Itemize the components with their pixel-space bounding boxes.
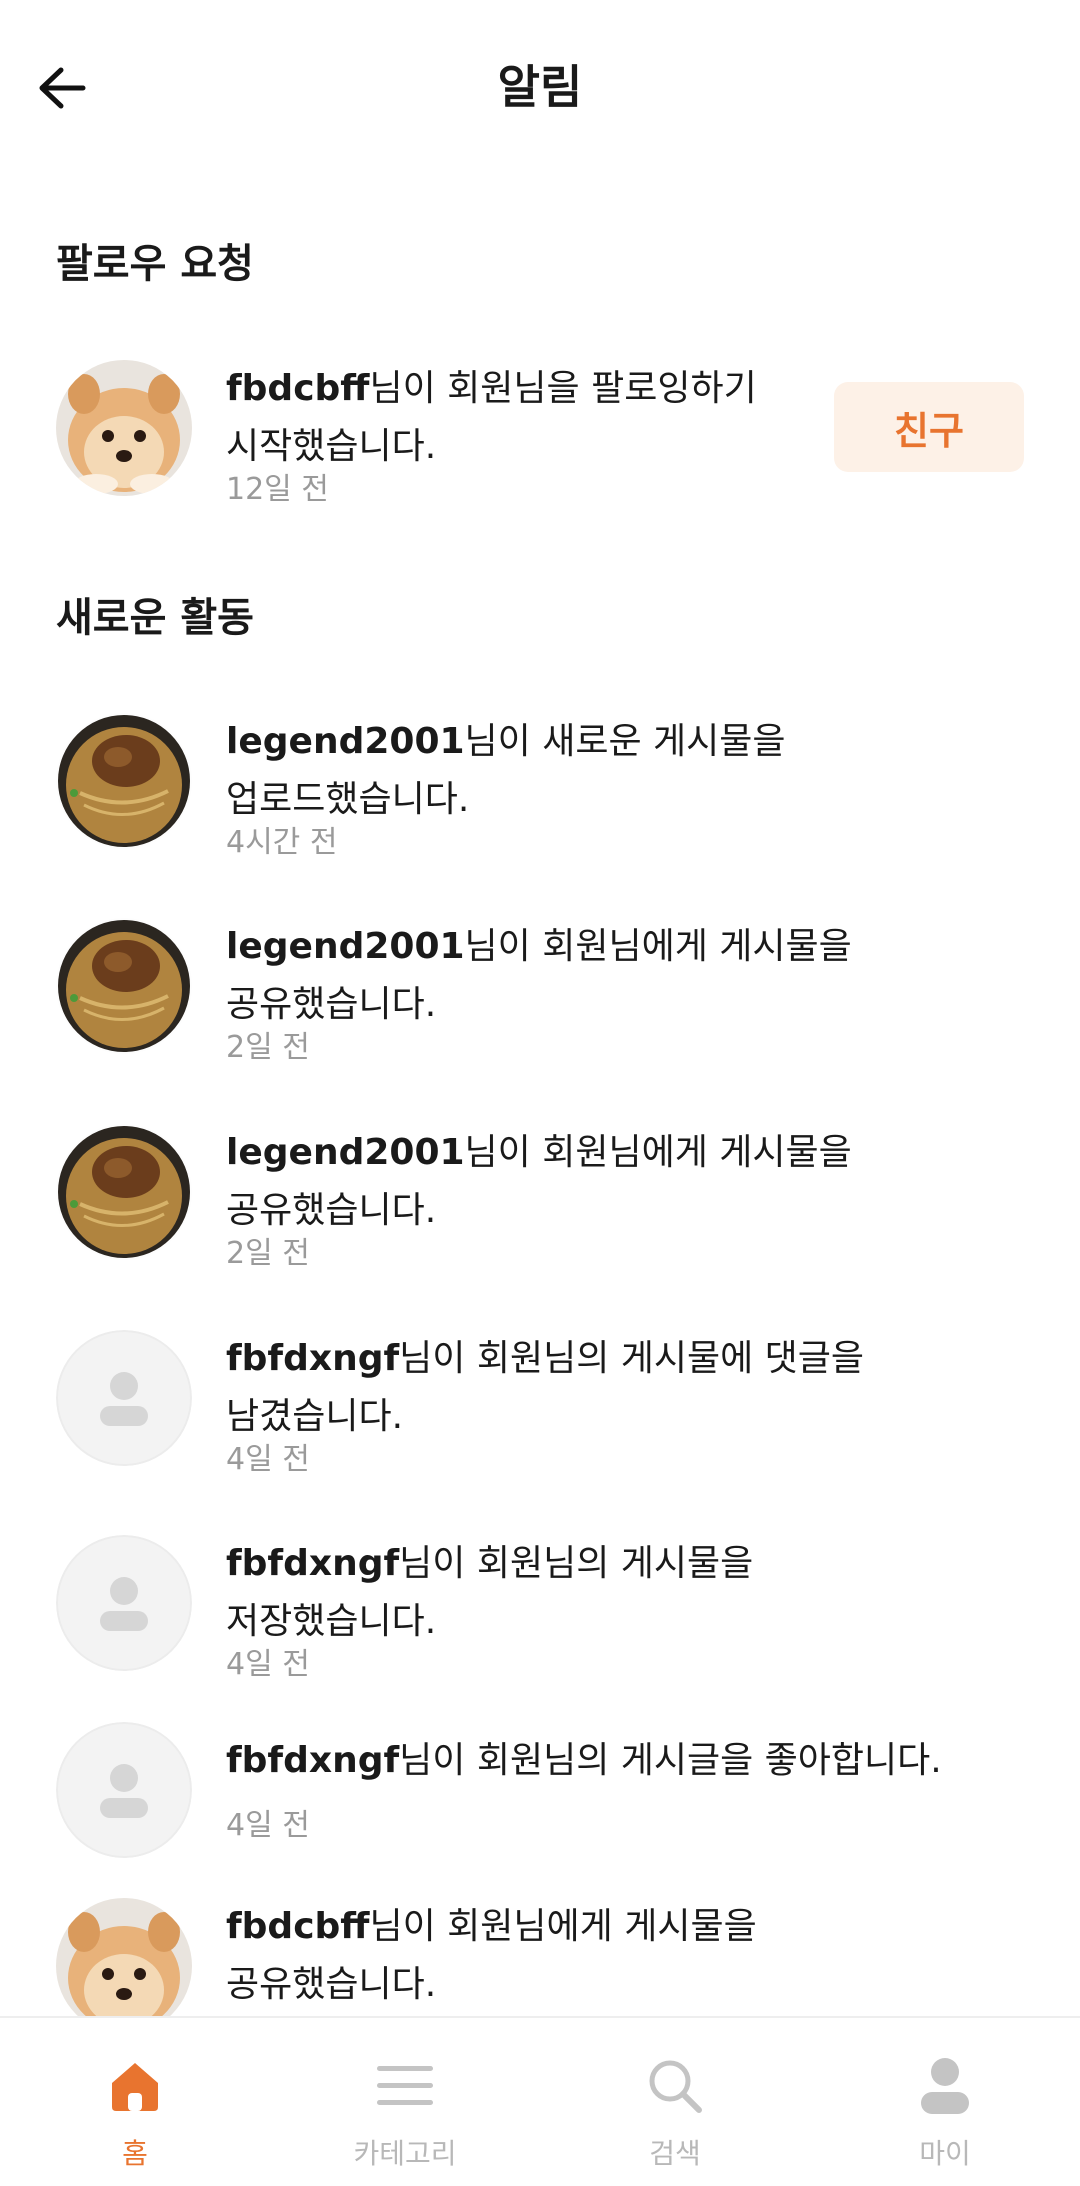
username[interactable]: fbdcbff bbox=[226, 368, 369, 409]
header: 알림 bbox=[0, 0, 1080, 176]
message: 님이 회원님에게 게시물을 bbox=[369, 1906, 757, 1947]
timestamp: 4시간 전 bbox=[226, 825, 338, 860]
search-icon bbox=[643, 2054, 707, 2118]
username[interactable]: fbdcbff bbox=[226, 1906, 369, 1947]
message-line2: 업로드했습니다. bbox=[226, 779, 470, 820]
notifications-screen: 알림 팔로우 요청 fbdcbff님이 회원님을 팔로잉하기 시작했습니다. 1… bbox=[0, 0, 1080, 2186]
notification-item[interactable]: legend2001님이 새로운 게시물을 업로드했습니다. 4시간 전 bbox=[0, 713, 1080, 893]
notification-text: fbfdxngf님이 회원님의 게시물에 댓글을 남겼습니다. bbox=[226, 1330, 864, 1446]
notification-item[interactable]: fbdcbff님이 회원님에게 게시물을 공유했습니다. bbox=[0, 1898, 1080, 2016]
avatar[interactable] bbox=[56, 1535, 192, 1671]
user-icon bbox=[913, 2054, 977, 2118]
notification-item[interactable]: legend2001님이 회원님에게 게시물을 공유했습니다. 2일 전 bbox=[0, 1124, 1080, 1304]
message-line2: 저장했습니다. bbox=[226, 1601, 437, 1642]
food-avatar-icon bbox=[56, 918, 192, 1054]
notification-text: legend2001님이 회원님에게 게시물을 공유했습니다. bbox=[226, 1124, 852, 1240]
message: 님이 새로운 게시물을 bbox=[464, 721, 786, 762]
page-title: 알림 bbox=[497, 60, 583, 114]
avatar[interactable] bbox=[56, 1124, 192, 1260]
notification-text: fbdcbff님이 회원님에게 게시물을 공유했습니다. bbox=[226, 1898, 757, 2014]
message: 님이 회원님을 팔로잉하기 bbox=[369, 368, 757, 409]
avatar[interactable] bbox=[56, 360, 192, 496]
message: 님이 회원님의 게시물을 bbox=[399, 1543, 754, 1584]
default-avatar-icon bbox=[56, 1330, 192, 1466]
menu-icon bbox=[373, 2054, 437, 2118]
notification-text: legend2001님이 새로운 게시물을 업로드했습니다. bbox=[226, 713, 786, 829]
home-icon bbox=[103, 2054, 167, 2118]
username[interactable]: legend2001 bbox=[226, 721, 465, 762]
notification-text: fbfdxngf님이 회원님의 게시글을 좋아합니다. bbox=[226, 1732, 942, 1790]
timestamp: 2일 전 bbox=[226, 1236, 310, 1271]
notification-item[interactable]: fbfdxngf님이 회원님의 게시글을 좋아합니다. 4일 전 bbox=[0, 1722, 1080, 1872]
timestamp: 2일 전 bbox=[226, 1030, 310, 1065]
message: 님이 회원님에게 게시물을 bbox=[464, 926, 852, 967]
timestamp: 4일 전 bbox=[226, 1647, 310, 1682]
notification-item[interactable]: fbfdxngf님이 회원님의 게시물에 댓글을 남겼습니다. 4일 전 bbox=[0, 1330, 1080, 1510]
friend-button[interactable]: 친구 bbox=[834, 382, 1024, 472]
nav-label: 마이 bbox=[919, 2137, 971, 2170]
message-line2: 남겼습니다. bbox=[226, 1396, 404, 1437]
message-line2: 시작했습니다. bbox=[226, 426, 437, 467]
dog-avatar-icon bbox=[56, 1898, 192, 2016]
nav-my[interactable]: 마이 bbox=[810, 2018, 1080, 2186]
follow-requests-title: 팔로우 요청 bbox=[56, 241, 254, 287]
username[interactable]: fbfdxngf bbox=[226, 1338, 399, 1379]
username[interactable]: fbfdxngf bbox=[226, 1543, 399, 1584]
timestamp: 12일 전 bbox=[226, 472, 329, 507]
food-avatar-icon bbox=[56, 713, 192, 849]
nav-label: 카테고리 bbox=[353, 2137, 457, 2170]
notification-text: legend2001님이 회원님에게 게시물을 공유했습니다. bbox=[226, 918, 852, 1034]
notification-item[interactable]: legend2001님이 회원님에게 게시물을 공유했습니다. 2일 전 bbox=[0, 918, 1080, 1098]
message: 님이 회원님의 게시글을 좋아합니다. bbox=[399, 1740, 942, 1781]
nav-label: 검색 bbox=[649, 2137, 701, 2170]
username[interactable]: legend2001 bbox=[226, 1132, 465, 1173]
message-line2: 공유했습니다. bbox=[226, 1964, 437, 2005]
timestamp: 4일 전 bbox=[226, 1442, 310, 1477]
avatar[interactable] bbox=[56, 1722, 192, 1858]
avatar[interactable] bbox=[56, 1898, 192, 2016]
username[interactable]: fbfdxngf bbox=[226, 1740, 399, 1781]
notification-item[interactable]: fbfdxngf님이 회원님의 게시물을 저장했습니다. 4일 전 bbox=[0, 1535, 1080, 1715]
avatar[interactable] bbox=[56, 918, 192, 1054]
default-avatar-icon bbox=[56, 1722, 192, 1858]
message-line2: 공유했습니다. bbox=[226, 1190, 437, 1231]
nav-category[interactable]: 카테고리 bbox=[270, 2018, 540, 2186]
nav-search[interactable]: 검색 bbox=[540, 2018, 810, 2186]
nav-home[interactable]: 홈 bbox=[0, 2018, 270, 2186]
food-avatar-icon bbox=[56, 1124, 192, 1260]
message: 님이 회원님에게 게시물을 bbox=[464, 1132, 852, 1173]
username[interactable]: legend2001 bbox=[226, 926, 465, 967]
message-line2: 공유했습니다. bbox=[226, 984, 437, 1025]
avatar[interactable] bbox=[56, 1330, 192, 1466]
default-avatar-icon bbox=[56, 1535, 192, 1671]
timestamp: 4일 전 bbox=[226, 1808, 310, 1843]
dog-avatar-icon bbox=[56, 360, 192, 496]
nav-label: 홈 bbox=[122, 2137, 148, 2170]
new-activity-title: 새로운 활동 bbox=[56, 595, 254, 641]
bottom-nav: 홈 카테고리 검색 마이 bbox=[0, 2016, 1080, 2186]
notification-text: fbfdxngf님이 회원님의 게시물을 저장했습니다. bbox=[226, 1535, 753, 1651]
message: 님이 회원님의 게시물에 댓글을 bbox=[399, 1338, 865, 1379]
avatar[interactable] bbox=[56, 713, 192, 849]
notification-text: fbdcbff님이 회원님을 팔로잉하기 시작했습니다. bbox=[226, 360, 757, 476]
